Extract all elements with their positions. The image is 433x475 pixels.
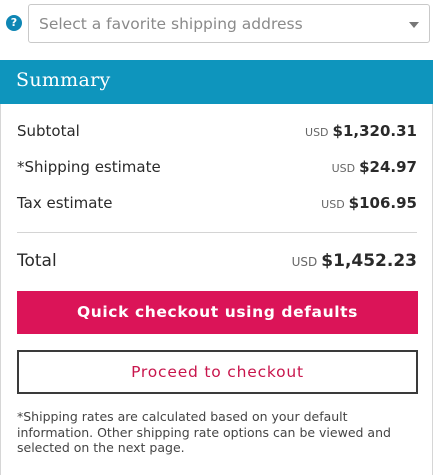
proceed-to-checkout-button[interactable]: Proceed to checkout [17, 350, 418, 394]
subtotal-amount: USD $1,320.31 [305, 122, 417, 140]
total-amount: USD $1,452.23 [292, 251, 417, 271]
shipping-address-placeholder: Select a favorite shipping address [39, 15, 303, 33]
order-summary-panel: Summary Subtotal USD $1,320.31 *Shipping … [0, 60, 433, 475]
total-label: Total [17, 251, 57, 271]
shipping-address-select[interactable]: Select a favorite shipping address [28, 4, 430, 43]
summary-divider [17, 232, 417, 233]
shipping-address-row: ? Select a favorite shipping address [0, 0, 433, 52]
subtotal-value: $1,320.31 [332, 122, 417, 140]
subtotal-currency: USD [305, 126, 329, 139]
shipping-estimate-label: *Shipping estimate [17, 158, 161, 176]
subtotal-line: Subtotal USD $1,320.31 [17, 122, 417, 144]
shipping-estimate-line: *Shipping estimate USD $24.97 [17, 158, 417, 180]
subtotal-label: Subtotal [17, 122, 80, 140]
tax-estimate-currency: USD [321, 198, 345, 211]
shipping-estimate-value: $24.97 [359, 158, 417, 176]
shipping-rates-note: *Shipping rates are calculated based on … [17, 409, 391, 455]
shipping-estimate-amount: USD $24.97 [332, 158, 417, 176]
total-value: $1,452.23 [321, 251, 417, 271]
total-line: Total USD $1,452.23 [17, 251, 417, 273]
total-currency: USD [291, 255, 318, 269]
tax-estimate-value: $106.95 [348, 194, 417, 212]
chevron-down-icon [409, 22, 419, 28]
tax-estimate-label: Tax estimate [17, 194, 113, 212]
summary-title: Summary [16, 69, 111, 91]
shipping-estimate-currency: USD [331, 162, 356, 175]
tax-estimate-line: Tax estimate USD $106.95 [17, 194, 417, 216]
help-icon[interactable]: ? [6, 15, 22, 31]
checkout-summary-page: ? Select a favorite shipping address Sum… [0, 0, 433, 475]
tax-estimate-amount: USD $106.95 [321, 194, 417, 212]
summary-header: Summary [0, 60, 433, 104]
quick-checkout-button[interactable]: Quick checkout using defaults [17, 291, 418, 334]
